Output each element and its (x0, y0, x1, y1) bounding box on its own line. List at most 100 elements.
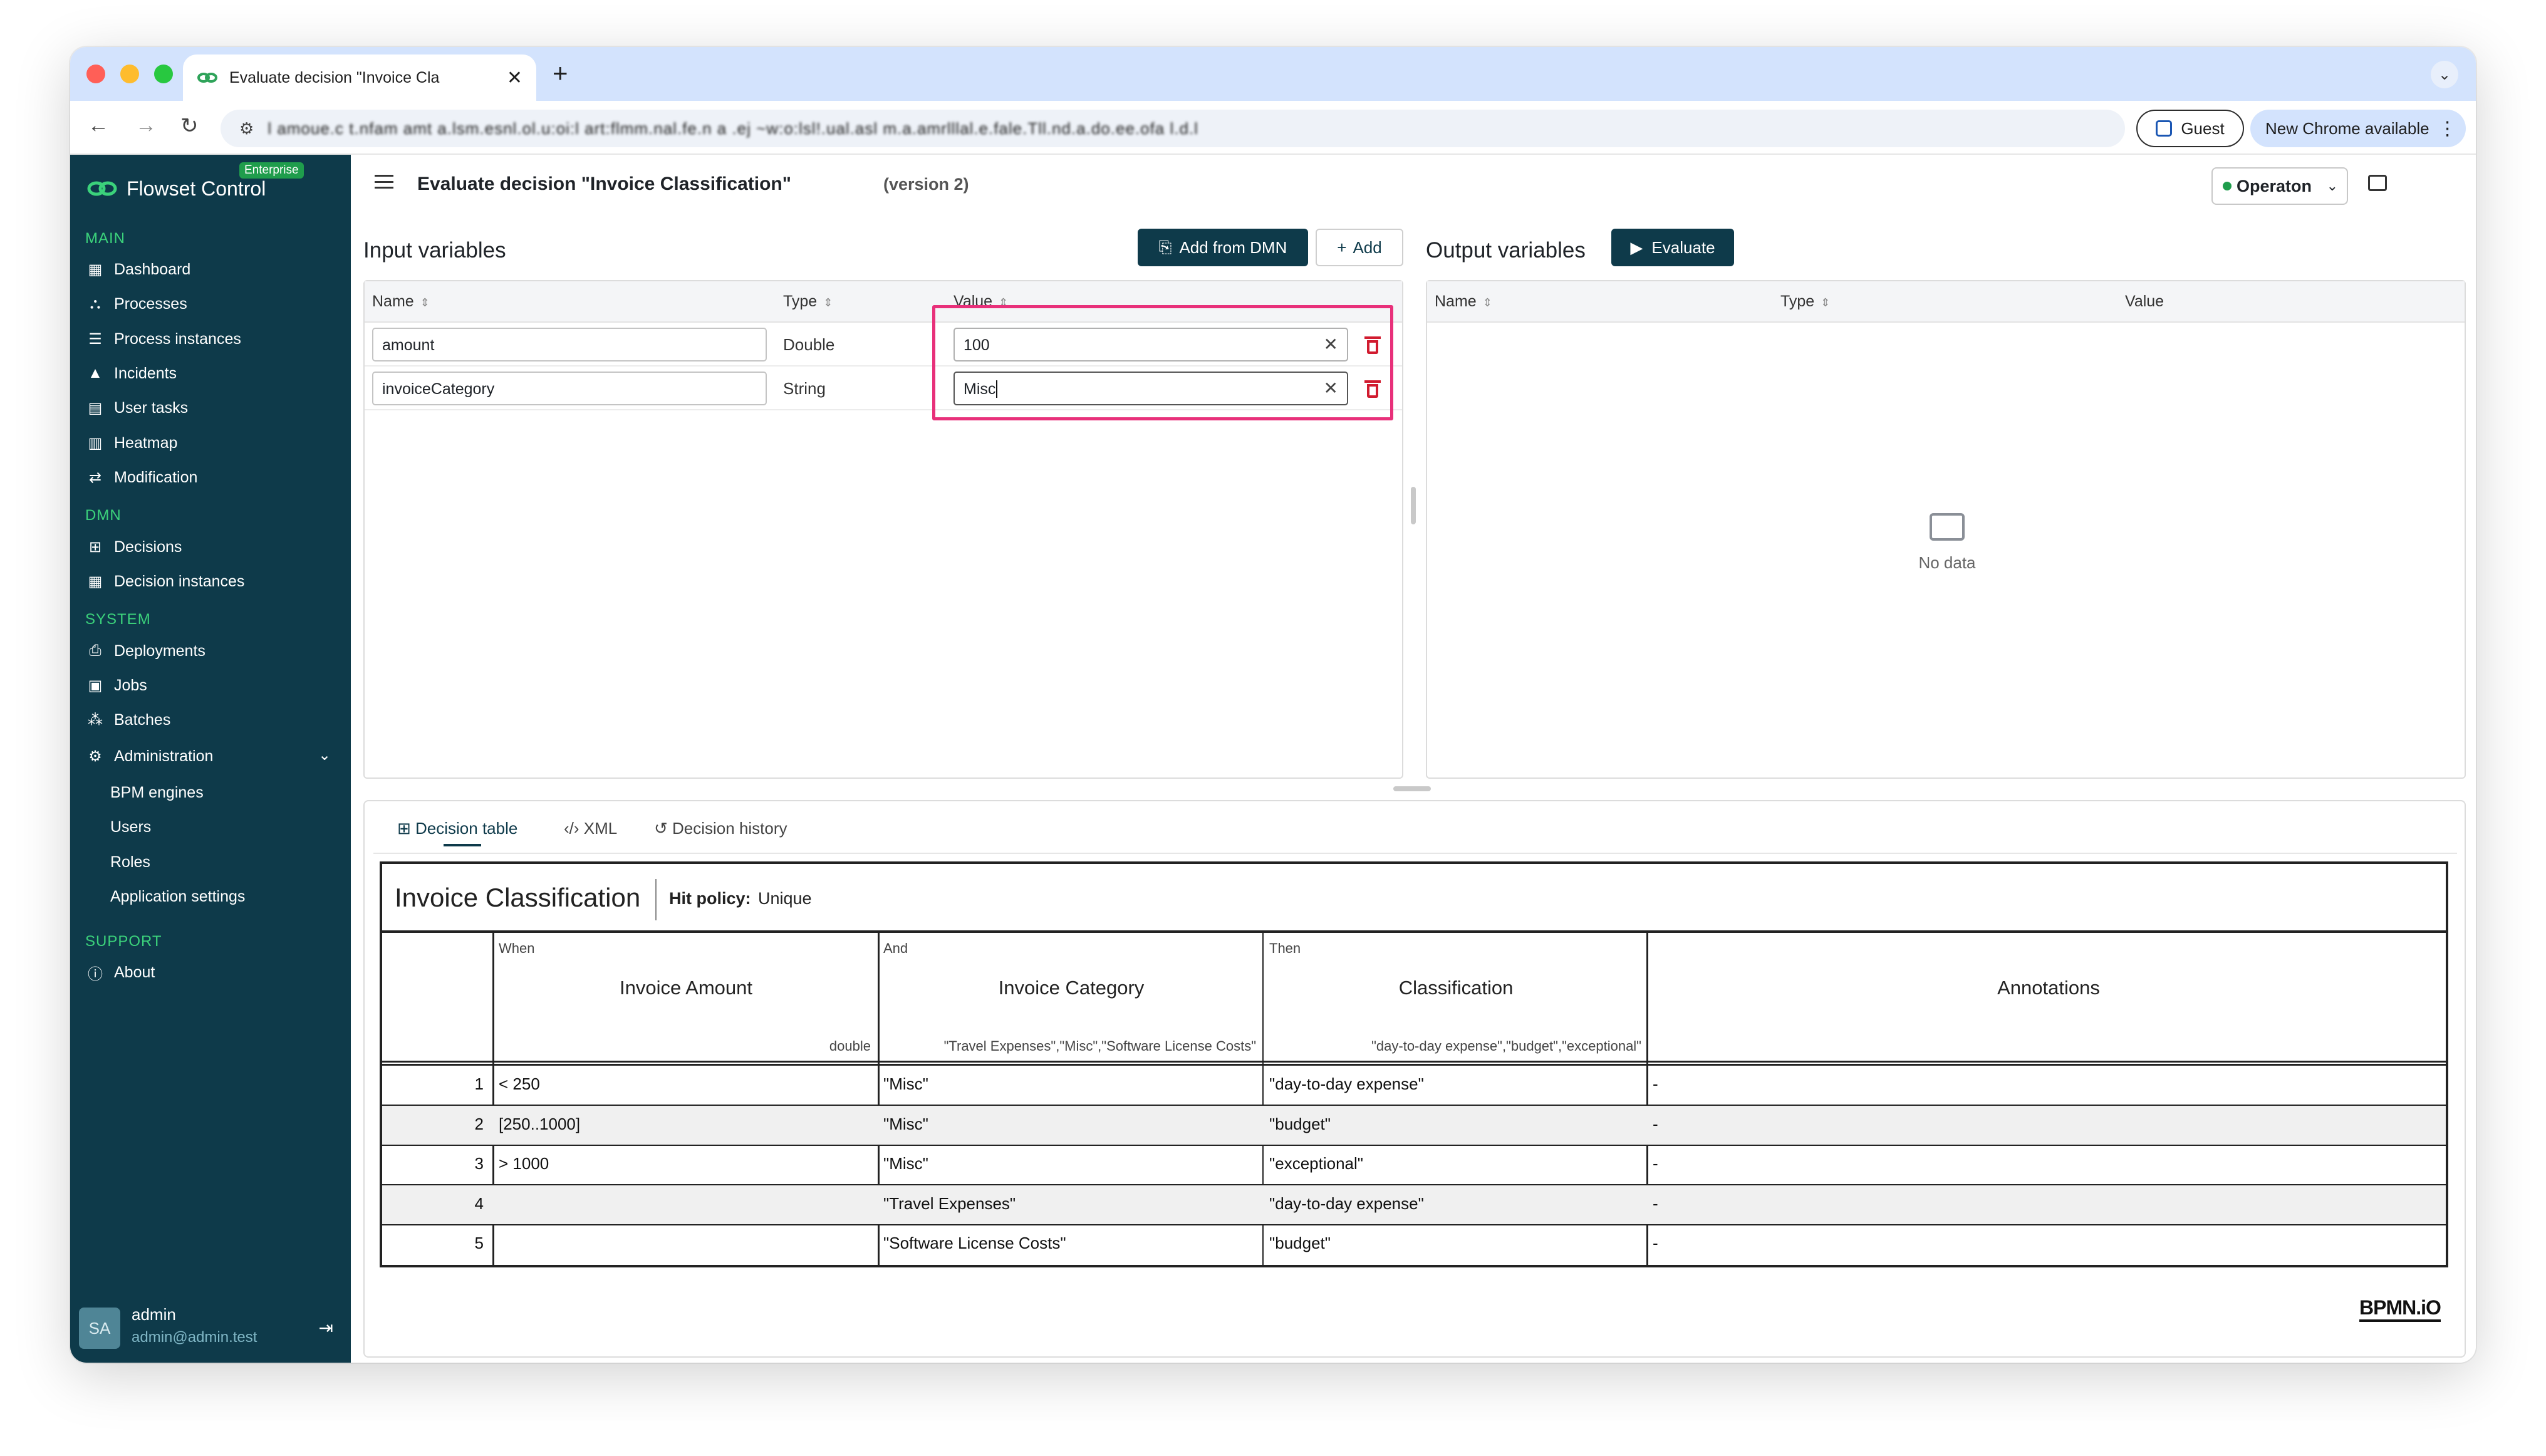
input-type-amount[interactable]: double (495, 1038, 871, 1054)
panel-splitter[interactable] (1411, 487, 1416, 524)
tab-decision-history[interactable]: ↺ Decision history (654, 819, 787, 838)
enterprise-badge: Enterprise (239, 162, 304, 179)
variable-type[interactable]: Double (783, 335, 834, 355)
nav-users[interactable]: Users (110, 818, 151, 836)
sort-icon: ⇕ (420, 296, 430, 309)
input-label-amount[interactable]: Invoice Amount (495, 977, 877, 999)
rule-classification[interactable]: "day-to-day expense" (1269, 1194, 1424, 1214)
panel-splitter-horizontal[interactable] (1393, 786, 1431, 791)
column-type[interactable]: Type ⇕ (783, 293, 833, 311)
nav-bpm-engines[interactable]: BPM engines (110, 784, 204, 802)
nav-roles[interactable]: Roles (110, 853, 150, 871)
back-icon[interactable]: ← (88, 113, 109, 138)
nav-about[interactable]: ⓘ About (85, 957, 155, 988)
swap-icon: ⇄ (88, 469, 102, 486)
input-type-category[interactable]: "Travel Expenses","Misc","Software Licen… (880, 1038, 1256, 1054)
evaluate-button[interactable]: ▶ Evaluate (1611, 229, 1734, 266)
decision-title[interactable]: Invoice Classification (395, 883, 640, 913)
variable-name-input[interactable]: invoiceCategory (372, 372, 767, 405)
add-variable-button[interactable]: + Add (1316, 229, 1403, 266)
tab-xml[interactable]: ‹/› XML (564, 819, 617, 838)
rule-classification[interactable]: "day-to-day expense" (1269, 1074, 1424, 1094)
rule-amount[interactable]: > 1000 (499, 1154, 549, 1173)
output-label-classification[interactable]: Classification (1265, 977, 1646, 999)
rule-amount[interactable]: < 250 (499, 1074, 540, 1094)
nav-incidents[interactable]: ▲ Incidents (85, 358, 177, 389)
active-tab-indicator (444, 844, 481, 846)
nav-label: Decision instances (114, 572, 245, 590)
maximize-window-button[interactable] (154, 65, 173, 83)
output-type-classification[interactable]: "day-to-day expense","budget","exception… (1265, 1038, 1641, 1054)
nav-application-settings[interactable]: Application settings (110, 888, 245, 906)
column-name[interactable]: Name ⇕ (372, 293, 430, 311)
variable-name-input[interactable]: amount (372, 328, 767, 361)
tab-search-icon[interactable]: ⌄ (2431, 61, 2458, 88)
rule-category[interactable]: "Misc" (883, 1074, 928, 1094)
bpmn-io-logo[interactable]: BPMN.iO (2359, 1296, 2441, 1322)
rule-amount[interactable]: [250..1000] (499, 1115, 580, 1134)
nav-administration[interactable]: ⚙ Administration (85, 741, 213, 772)
tasks-icon: ▤ (88, 399, 103, 417)
column-value[interactable]: Value (2125, 293, 2164, 311)
new-tab-icon[interactable]: + (553, 58, 568, 88)
processes-icon: ⛬ (90, 295, 101, 312)
section-support: SUPPORT (85, 933, 162, 950)
logout-icon[interactable]: ⇥ (319, 1318, 333, 1338)
nav-batches[interactable]: ⁂ Batches (85, 704, 170, 736)
rule-classification[interactable]: "budget" (1269, 1115, 1331, 1134)
hit-policy-value[interactable]: Unique (758, 889, 812, 908)
rule-classification[interactable]: "exceptional" (1269, 1154, 1363, 1173)
address-bar[interactable]: ⚙ l amoue.c t.nfam amt a.lsm.esnl.ol.u:o… (221, 110, 2125, 147)
nav-deployments[interactable]: ⎙ Deployments (85, 635, 205, 667)
rule-annotation[interactable]: - (1653, 1115, 1658, 1134)
nav-dashboard[interactable]: ▦ Dashboard (85, 254, 191, 285)
more-menu-icon[interactable]: ⋮ (2438, 118, 2457, 140)
rule-category[interactable]: "Misc" (883, 1154, 928, 1173)
rule-annotation[interactable]: - (1653, 1234, 1658, 1253)
chevron-down-icon[interactable]: ⌄ (318, 746, 331, 764)
column-type[interactable]: Type ⇕ (1780, 293, 1830, 311)
nav-heatmap[interactable]: ▥ Heatmap (85, 427, 178, 459)
nav-user-tasks[interactable]: ▤ User tasks (85, 392, 188, 424)
rule-annotation[interactable]: - (1653, 1074, 1658, 1094)
rule-annotation[interactable]: - (1653, 1154, 1658, 1173)
browser-tabstrip: Evaluate decision "Invoice Cla ✕ + ⌄ (70, 47, 2476, 101)
rule-annotation[interactable]: - (1653, 1194, 1658, 1214)
site-info-icon[interactable]: ⚙ (239, 119, 254, 138)
reload-icon[interactable]: ↻ (180, 113, 199, 138)
nav-label: Administration (114, 747, 214, 765)
nav-label: Dashboard (114, 260, 191, 278)
rule-category[interactable]: "Travel Expenses" (883, 1194, 1016, 1214)
menu-toggle-icon[interactable] (375, 175, 393, 189)
output-clause-then: Then (1269, 940, 1301, 956)
engine-select[interactable]: Operaton ⌄ (2211, 167, 2348, 205)
rule-classification[interactable]: "budget" (1269, 1234, 1331, 1253)
engine-settings-icon[interactable] (2368, 175, 2387, 191)
rule-category[interactable]: "Misc" (883, 1115, 928, 1134)
minimize-window-button[interactable] (120, 65, 139, 83)
jobs-icon: ▣ (88, 677, 103, 694)
forward-icon[interactable]: → (135, 113, 157, 138)
nav-process-instances[interactable]: ☰ Process instances (85, 323, 241, 355)
input-label-category[interactable]: Invoice Category (880, 977, 1262, 999)
tab-decision-table[interactable]: ⊞ Decision table (397, 819, 517, 838)
dashboard-icon: ▦ (88, 261, 103, 278)
nav-jobs[interactable]: ▣ Jobs (85, 670, 147, 701)
nav-decisions[interactable]: ⊞ Decisions (85, 531, 182, 563)
guest-profile-button[interactable]: Guest (2136, 110, 2244, 147)
nav-decision-instances[interactable]: ▦ Decision instances (85, 566, 245, 597)
nav-processes[interactable]: ⛬ Processes (85, 288, 187, 320)
chrome-update-button[interactable]: New Chrome available ⋮ (2250, 110, 2466, 147)
add-from-dmn-button[interactable]: ⎘ Add from DMN (1138, 229, 1308, 266)
nav-label: Heatmap (114, 434, 178, 452)
page-header: Evaluate decision "Invoice Classificatio… (351, 155, 2476, 217)
variable-type[interactable]: String (783, 379, 826, 398)
close-window-button[interactable] (86, 65, 105, 83)
browser-tab[interactable]: Evaluate decision "Invoice Cla ✕ (183, 55, 536, 101)
close-tab-icon[interactable]: ✕ (507, 67, 522, 89)
rule-category[interactable]: "Software License Costs" (883, 1234, 1066, 1253)
column-name[interactable]: Name ⇕ (1435, 293, 1492, 311)
section-system: SYSTEM (85, 611, 151, 628)
nav-modification[interactable]: ⇄ Modification (85, 462, 197, 493)
user-profile[interactable]: SA admin admin@admin.test ⇥ (79, 1301, 342, 1351)
